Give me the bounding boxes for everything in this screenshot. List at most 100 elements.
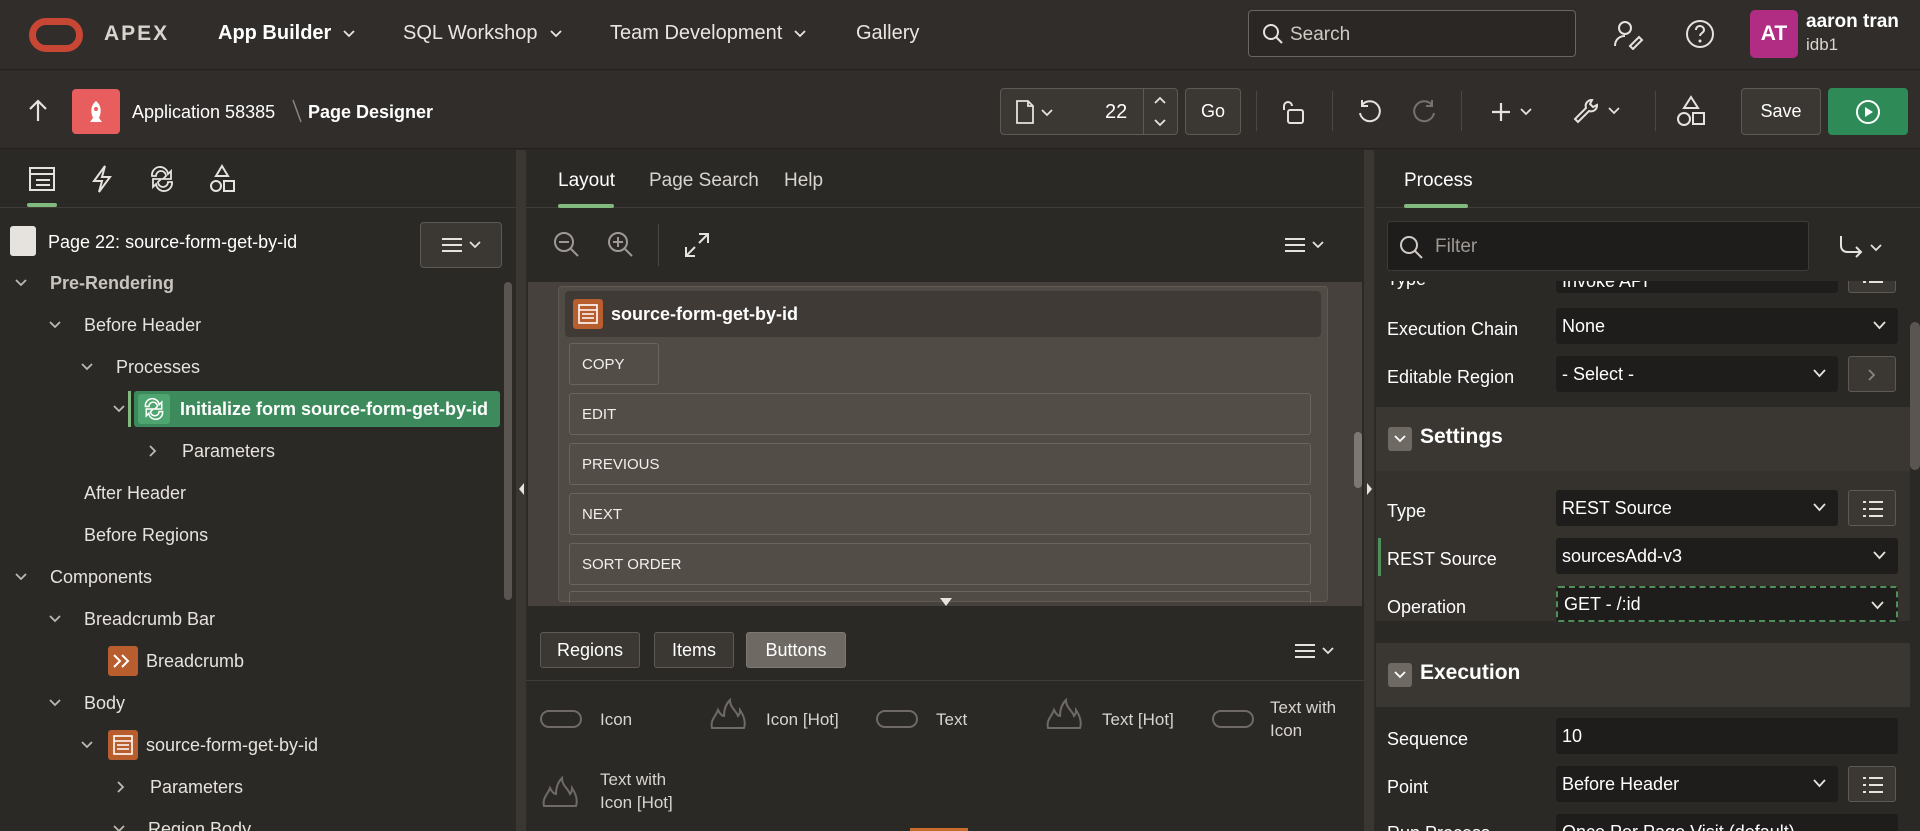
arrow-up-icon[interactable] [27,99,49,123]
gallery-item-text[interactable]: Text [876,698,1026,742]
shared-components-tab-icon[interactable] [208,164,236,194]
gallery-item-icon[interactable]: Icon [540,698,690,742]
tab-page-search[interactable]: Page Search [649,170,759,192]
tree-node-processes[interactable]: Processes [0,350,500,384]
chevron-down-icon[interactable] [112,824,126,831]
zoom-out-icon[interactable] [552,230,580,258]
gallery-item-text-with-icon[interactable]: Text with Icon [1212,696,1360,748]
tree-node-pre-rendering[interactable]: Pre-Rendering [0,266,500,300]
dynamic-actions-tab-icon[interactable] [90,164,114,194]
left-splitter[interactable] [516,150,526,831]
chevron-down-icon[interactable] [14,572,28,582]
button-position-edit[interactable]: EDIT [569,393,1311,435]
gallery-item-icon-hot[interactable]: Icon [Hot] [708,696,868,742]
tree-node-breadcrumb-bar[interactable]: Breadcrumb Bar [0,602,500,636]
shared-components-icon[interactable] [1676,95,1706,127]
prop-point-list-button[interactable] [1848,766,1896,802]
increment-up-icon[interactable] [1153,96,1167,105]
undo-icon[interactable] [1356,99,1384,125]
region-source-form[interactable]: source-form-get-by-id COPY EDIT PREVIOUS… [558,286,1328,603]
nav-gallery[interactable]: Gallery [856,22,919,45]
create-menu-button[interactable] [1490,97,1542,127]
processing-tab-icon[interactable] [148,166,176,192]
page-number-input[interactable]: 22 [1105,101,1127,124]
zoom-in-icon[interactable] [606,230,634,258]
gallery-tab-buttons[interactable]: Buttons [746,632,846,668]
go-to-group-button[interactable] [1838,230,1890,264]
layout-menu-button[interactable] [1284,230,1334,260]
prop-execution-chain-select[interactable]: None [1556,308,1898,344]
resize-handle-icon[interactable] [940,598,952,606]
button-position-previous[interactable]: PREVIOUS [569,443,1311,485]
prop-point-select[interactable]: Before Header [1556,766,1838,802]
chevron-right-icon[interactable] [116,780,126,794]
property-filter-input[interactable]: Filter [1387,221,1809,271]
tree-node-region-parameters[interactable]: Parameters [0,770,500,804]
prop-operation-select[interactable]: GET - /:id [1556,586,1898,622]
nav-team-development[interactable]: Team Development [610,22,806,45]
section-execution[interactable]: Execution [1376,643,1910,707]
chevron-down-icon[interactable] [80,740,94,750]
apex-brand[interactable]: APEX [104,22,169,46]
chevron-right-icon[interactable] [148,444,158,458]
save-and-run-button[interactable] [1828,88,1908,135]
right-splitter[interactable] [1364,150,1374,831]
tree-node-parameters[interactable]: Parameters [0,434,500,468]
gallery-menu-button[interactable] [1294,636,1344,666]
page-title[interactable]: Page 22: source-form-get-by-id [48,232,297,253]
lock-icon[interactable] [1280,99,1306,125]
tree-node-region-body[interactable]: Region Body [0,812,500,831]
tree-node-source-form-region[interactable]: source-form-get-by-id [0,728,500,762]
user-avatar[interactable]: AT [1750,10,1798,58]
chevron-down-icon[interactable] [48,320,62,330]
tree-node-initialize-form[interactable]: Initialize form source-form-get-by-id [0,391,500,427]
property-editor-scrollbar[interactable] [1910,322,1920,470]
global-search-input[interactable]: Search [1248,10,1576,57]
redo-icon[interactable] [1410,99,1438,125]
gallery-item-text-hot[interactable]: Text [Hot] [1044,696,1204,742]
page-icon[interactable] [1015,100,1035,124]
oracle-logo-icon[interactable] [29,18,83,52]
tab-layout[interactable]: Layout [558,170,615,192]
chevron-down-icon[interactable] [80,362,94,372]
chevron-down-icon[interactable] [48,614,62,624]
collapse-section-button[interactable] [1388,427,1412,451]
prop-editable-region-go-button[interactable] [1848,356,1896,392]
button-position-next[interactable]: NEXT [569,493,1311,535]
application-icon[interactable] [72,89,120,134]
prop-editable-region-select[interactable]: - Select - [1556,356,1838,392]
nav-sql-workshop[interactable]: SQL Workshop [403,22,562,45]
button-position-copy[interactable]: COPY [569,343,659,385]
admin-user-icon[interactable] [1612,18,1644,50]
help-icon[interactable] [1684,18,1716,50]
tree-node-breadcrumb[interactable]: Breadcrumb [0,644,500,678]
tree-node-components[interactable]: Components [0,560,500,594]
left-pane-scrollbar[interactable] [504,282,512,600]
tree-node-body[interactable]: Body [0,686,500,720]
prop-sequence-input[interactable]: 10 [1556,718,1898,754]
chevron-down-icon[interactable] [112,404,126,414]
prop-run-process-select[interactable]: Once Per Page Visit (default) [1556,814,1898,831]
gallery-tab-regions[interactable]: Regions [540,632,640,668]
nav-app-builder[interactable]: App Builder [218,22,355,45]
chevron-down-icon[interactable] [48,698,62,708]
chevron-down-icon[interactable] [14,278,28,288]
tree-node-before-header[interactable]: Before Header [0,308,500,342]
decrement-down-icon[interactable] [1153,118,1167,127]
collapse-section-button[interactable] [1388,663,1412,687]
prop-type-list-button[interactable] [1848,281,1896,293]
prop-type-select[interactable]: Invoke API [1556,281,1838,293]
go-button[interactable]: Go [1185,88,1241,135]
layout-scrollbar[interactable] [1354,432,1362,488]
expand-icon[interactable] [684,232,710,258]
rendering-tab-icon[interactable] [28,166,56,192]
layout-canvas[interactable]: source-form-get-by-id COPY EDIT PREVIOUS… [528,282,1362,606]
prop-settings-type-list-button[interactable] [1848,490,1896,526]
gallery-tab-items[interactable]: Items [654,632,734,668]
breadcrumb-application[interactable]: Application 58385 [132,102,275,123]
property-editor-title[interactable]: Process [1404,170,1473,192]
tree-node-before-regions[interactable]: Before Regions [0,518,500,552]
prop-settings-type-select[interactable]: REST Source [1556,490,1838,526]
button-position-sort-order[interactable]: SORT ORDER [569,543,1311,585]
prop-rest-source-select[interactable]: sourcesAdd-v3 [1556,538,1898,574]
